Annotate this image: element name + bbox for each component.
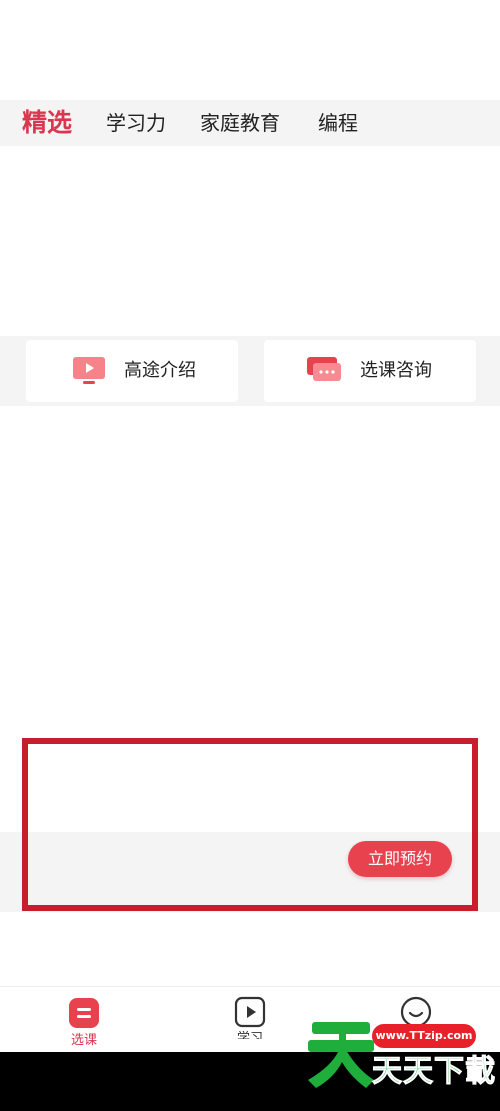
watermark-text: 天天下載 <box>372 1054 496 1090</box>
tab-programming[interactable]: 编程 <box>318 100 358 146</box>
tab-learning-ability[interactable]: 学习力 <box>106 100 166 146</box>
chat-icon <box>307 357 341 381</box>
watermark-url: www.TTzip.com <box>375 1029 473 1042</box>
book-now-button[interactable]: 立即预约 <box>348 841 452 877</box>
intro-label: 高途介绍 <box>124 360 196 381</box>
course-list-icon <box>69 998 99 1028</box>
watermark: www.TTzip.com 天天下載 <box>300 1014 500 1111</box>
quick-links-band: 高途介绍 选课咨询 <box>0 336 500 406</box>
category-tabs: 精选 学习力 家庭教育 编程 <box>0 100 500 146</box>
highlight-box <box>22 738 478 911</box>
tab-family-education[interactable]: 家庭教育 <box>200 100 280 146</box>
play-icon <box>234 996 266 1028</box>
intro-card[interactable]: 高途介绍 <box>26 340 238 402</box>
watermark-logo-icon <box>308 1022 374 1088</box>
nav-item-study[interactable]: 学习 <box>200 987 300 1053</box>
nav-label-courses: 选课 <box>70 1033 97 1048</box>
tv-icon <box>73 357 105 384</box>
nav-item-courses[interactable]: 选课 <box>34 987 134 1053</box>
watermark-url-badge: www.TTzip.com <box>372 1024 476 1048</box>
nav-label-study: 学习 <box>236 1031 263 1039</box>
consult-label: 选课咨询 <box>360 360 432 381</box>
consult-card[interactable]: 选课咨询 <box>264 340 476 402</box>
tab-featured[interactable]: 精选 <box>22 100 72 146</box>
